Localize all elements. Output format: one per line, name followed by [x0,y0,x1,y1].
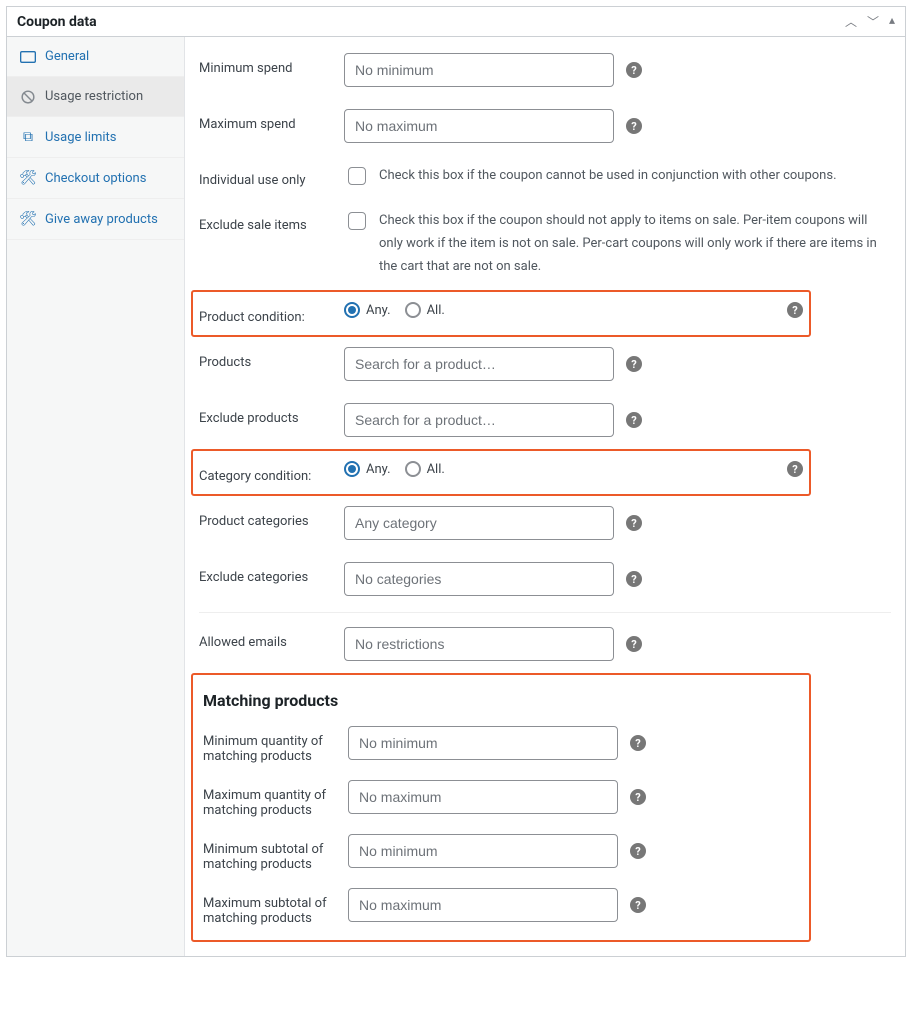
divider [199,612,891,613]
product-condition-any-radio[interactable]: Any. [344,302,391,318]
min-sub-input[interactable] [348,834,618,868]
grid-icon: ⧉ [19,129,37,145]
sidebar-item-label: Checkout options [45,171,146,186]
help-icon[interactable]: ? [626,62,642,78]
help-icon[interactable]: ? [626,356,642,372]
chevron-down-icon[interactable]: ﹀ [867,13,879,30]
category-condition-radiogroup: Any. All. [344,461,445,477]
label-min-sub: Minimum subtotal of matching products [203,834,348,872]
sidebar: General Usage restriction ⧉ Usage limits… [7,37,185,956]
row-product-categories: Product categories ? [199,496,891,552]
row-individual-use: Individual use only Check this box if th… [199,155,891,200]
radio-label: Any. [366,303,391,318]
exclude-products-input[interactable] [344,403,614,437]
row-exclude-categories: Exclude categories ? [199,552,891,608]
chevron-up-icon[interactable]: ︿ [845,13,857,30]
row-exclude-sale: Exclude sale items Check this box if the… [199,200,891,290]
label-min-qty: Minimum quantity of matching products [203,726,348,764]
radio-label: Any. [366,462,391,477]
label-exclude-sale: Exclude sale items [199,210,344,233]
max-qty-input[interactable] [348,780,618,814]
sidebar-item-give-away[interactable]: 🛠 Give away products [7,199,184,240]
help-icon[interactable]: ? [626,118,642,134]
maximum-spend-input[interactable] [344,109,614,143]
label-maximum-spend: Maximum spend [199,109,344,132]
row-allowed-emails: Allowed emails ? [199,617,891,673]
help-icon[interactable]: ? [626,571,642,587]
label-exclude-categories: Exclude categories [199,562,344,585]
sidebar-item-label: Usage limits [45,130,116,145]
content-area: Minimum spend ? Maximum spend ? Individu… [185,37,905,956]
allowed-emails-input[interactable] [344,627,614,661]
row-max-sub: Maximum subtotal of matching products ? [203,880,799,934]
row-min-qty: Minimum quantity of matching products ? [203,718,799,772]
help-icon[interactable]: ? [626,412,642,428]
help-icon[interactable]: ? [630,735,646,751]
help-icon[interactable]: ? [630,789,646,805]
label-max-qty: Maximum quantity of matching products [203,780,348,818]
sidebar-item-label: General [45,49,89,64]
exclude-sale-checkbox[interactable] [348,212,366,230]
sidebar-item-usage-restriction[interactable]: Usage restriction [7,77,184,117]
matching-products-title: Matching products [203,691,799,710]
minimum-spend-input[interactable] [344,53,614,87]
panel-header: Coupon data ︿ ﹀ ▴ [7,7,905,37]
row-product-condition: Product condition: Any. All. [199,294,803,333]
wrench-icon: 🛠 [19,170,37,186]
row-maximum-spend: Maximum spend ? [199,99,891,155]
help-icon[interactable]: ? [630,897,646,913]
label-minimum-spend: Minimum spend [199,53,344,76]
radio-label: All. [427,303,445,318]
label-individual-use: Individual use only [199,165,344,188]
highlight-product-condition: Product condition: Any. All. [191,290,811,337]
label-product-condition: Product condition: [199,302,344,325]
help-icon[interactable]: ? [787,302,803,318]
category-condition-any-radio[interactable]: Any. [344,461,391,477]
row-max-qty: Maximum quantity of matching products ? [203,772,799,826]
ticket-icon [19,51,37,63]
row-category-condition: Category condition: Any. All. [199,453,803,492]
collapse-icon[interactable]: ▴ [889,13,895,30]
row-products: Products ? [199,337,891,393]
label-exclude-products: Exclude products [199,403,344,426]
exclude-sale-description: Check this box if the coupon should not … [379,210,884,278]
row-min-sub: Minimum subtotal of matching products ? [203,826,799,880]
highlight-matching-products: Matching products Minimum quantity of ma… [191,673,811,942]
products-input[interactable] [344,347,614,381]
highlight-category-condition: Category condition: Any. All. [191,449,811,496]
individual-use-checkbox[interactable] [348,167,366,185]
product-condition-radiogroup: Any. All. [344,302,445,318]
ban-icon [19,90,37,104]
exclude-categories-input[interactable] [344,562,614,596]
individual-use-description: Check this box if the coupon cannot be u… [379,165,837,188]
panel-controls: ︿ ﹀ ▴ [845,13,895,30]
panel-title: Coupon data [17,14,97,30]
min-qty-input[interactable] [348,726,618,760]
category-condition-all-radio[interactable]: All. [405,461,445,477]
row-exclude-products: Exclude products ? [199,393,891,449]
label-max-sub: Maximum subtotal of matching products [203,888,348,926]
help-icon[interactable]: ? [630,843,646,859]
help-icon[interactable]: ? [787,461,803,477]
coupon-data-panel: Coupon data ︿ ﹀ ▴ General Usage restrict… [6,6,906,957]
sidebar-item-general[interactable]: General [7,37,184,77]
wrench-icon: 🛠 [19,211,37,227]
label-allowed-emails: Allowed emails [199,627,344,650]
label-product-categories: Product categories [199,506,344,529]
label-products: Products [199,347,344,370]
product-categories-input[interactable] [344,506,614,540]
panel-body: General Usage restriction ⧉ Usage limits… [7,37,905,956]
sidebar-item-label: Usage restriction [45,89,143,104]
sidebar-item-label: Give away products [45,212,158,227]
product-condition-all-radio[interactable]: All. [405,302,445,318]
help-icon[interactable]: ? [626,515,642,531]
max-sub-input[interactable] [348,888,618,922]
sidebar-item-usage-limits[interactable]: ⧉ Usage limits [7,117,184,158]
label-category-condition: Category condition: [199,461,344,484]
sidebar-item-checkout-options[interactable]: 🛠 Checkout options [7,158,184,199]
radio-label: All. [427,462,445,477]
help-icon[interactable]: ? [626,636,642,652]
row-minimum-spend: Minimum spend ? [199,43,891,99]
